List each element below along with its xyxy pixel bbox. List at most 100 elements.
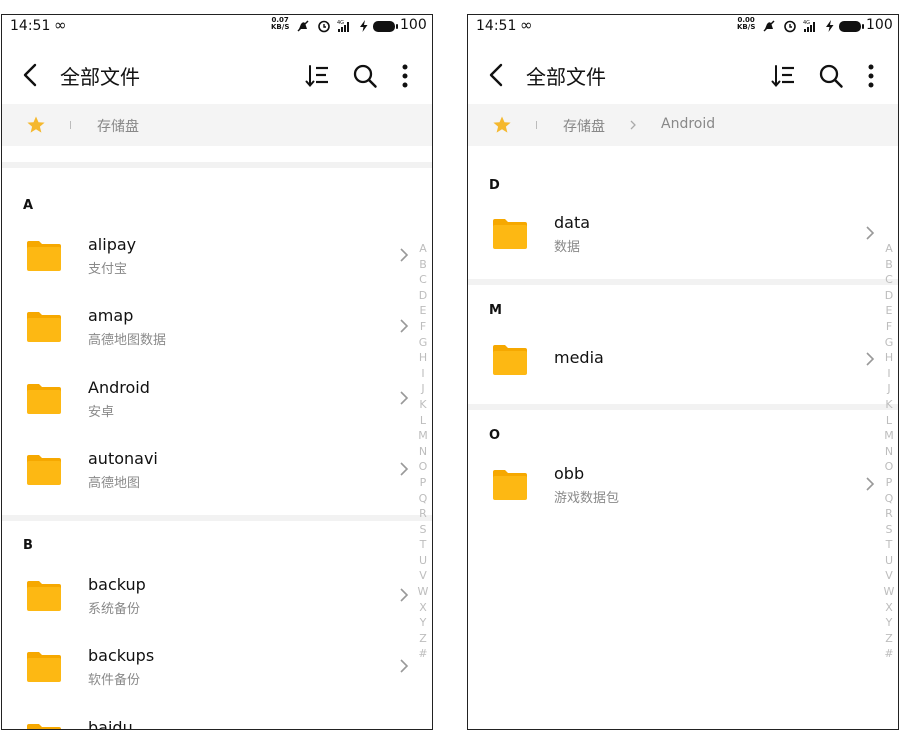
index-letter[interactable]: Q [882, 491, 896, 507]
folder-icon [27, 652, 61, 682]
index-letter[interactable]: S [882, 522, 896, 538]
index-letter[interactable]: O [882, 459, 896, 475]
sort-icon[interactable] [770, 63, 796, 89]
index-letter[interactable]: U [882, 553, 896, 569]
index-letter[interactable]: O [416, 459, 430, 475]
index-letter[interactable]: B [882, 257, 896, 273]
star-favorite-icon[interactable] [26, 115, 46, 135]
index-letter[interactable]: A [416, 241, 430, 257]
index-letter[interactable]: V [882, 568, 896, 584]
index-letter[interactable]: M [416, 428, 430, 444]
back-arrow-icon[interactable] [484, 60, 510, 90]
list-item[interactable]: amap 高德地图数据 [2, 293, 420, 359]
alphabet-index-scrollbar[interactable]: A B C D E F G H I J K L M N O P Q R S T U V W X Y Z # [882, 241, 896, 662]
index-letter[interactable]: Y [416, 615, 430, 631]
index-letter[interactable]: E [882, 303, 896, 319]
index-letter[interactable]: G [416, 335, 430, 351]
list-item[interactable]: backup 系统备份 [2, 562, 420, 628]
list-item[interactable]: backups 软件备份 [2, 633, 420, 699]
index-letter[interactable]: I [882, 366, 896, 382]
index-letter[interactable]: K [882, 397, 896, 413]
index-letter[interactable]: Y [882, 615, 896, 631]
sort-icon[interactable] [304, 63, 330, 89]
chevron-right-icon [400, 588, 409, 602]
breadcrumb-item-storage[interactable]: 存储盘 [97, 116, 139, 136]
index-letter[interactable]: P [882, 475, 896, 491]
index-letter[interactable]: # [882, 646, 896, 662]
index-letter[interactable]: C [882, 272, 896, 288]
index-letter[interactable]: F [416, 319, 430, 335]
folder-name: backups [88, 646, 155, 665]
folder-description: 系统备份 [88, 602, 141, 617]
index-letter[interactable]: I [416, 366, 430, 382]
chevron-right-icon [630, 120, 636, 130]
index-letter[interactable]: T [416, 537, 430, 553]
index-letter[interactable]: S [416, 522, 430, 538]
index-letter[interactable]: R [416, 506, 430, 522]
index-letter[interactable]: M [882, 428, 896, 444]
more-options-icon[interactable] [400, 63, 410, 89]
index-letter[interactable]: N [416, 444, 430, 460]
status-bar: 14:51 ∞ 0.00 KB/S 4G 100 [468, 15, 898, 39]
list-item[interactable]: Android 安卓 [2, 365, 420, 431]
index-letter[interactable]: R [882, 506, 896, 522]
index-letter[interactable]: V [416, 568, 430, 584]
folder-description: 高德地图 [88, 476, 141, 491]
index-letter[interactable]: B [416, 257, 430, 273]
index-letter[interactable]: E [416, 303, 430, 319]
index-letter[interactable]: Z [416, 631, 430, 647]
index-letter[interactable]: D [416, 288, 430, 304]
index-letter[interactable]: N [882, 444, 896, 460]
index-letter[interactable]: Z [882, 631, 896, 647]
folder-name: data [554, 213, 591, 232]
folder-name: autonavi [88, 449, 158, 468]
folder-icon [27, 312, 61, 342]
index-letter[interactable]: D [882, 288, 896, 304]
index-letter[interactable]: F [882, 319, 896, 335]
search-icon[interactable] [818, 63, 844, 89]
index-letter[interactable]: G [882, 335, 896, 351]
star-favorite-icon[interactable] [492, 115, 512, 135]
breadcrumb-item-storage[interactable]: 存储盘 [563, 116, 605, 136]
section-divider [468, 279, 898, 285]
index-letter[interactable]: X [882, 600, 896, 616]
status-bar: 14:51 ∞ 0.07 KB/S 4G 100 [2, 15, 432, 39]
index-letter[interactable]: W [882, 584, 896, 600]
list-item[interactable]: obb 游戏数据包 [468, 451, 886, 517]
index-letter[interactable]: H [416, 350, 430, 366]
list-item[interactable]: baidu [2, 705, 420, 729]
index-letter[interactable]: K [416, 397, 430, 413]
index-letter[interactable]: J [416, 381, 430, 397]
index-letter[interactable]: # [416, 646, 430, 662]
folder-name: amap [88, 306, 134, 325]
index-letter[interactable]: L [882, 413, 896, 429]
index-letter[interactable]: L [416, 413, 430, 429]
index-letter[interactable]: H [882, 350, 896, 366]
index-letter[interactable]: U [416, 553, 430, 569]
index-letter[interactable]: X [416, 600, 430, 616]
breadcrumb-item-android[interactable]: Android [661, 116, 715, 132]
search-icon[interactable] [352, 63, 378, 89]
svg-text:4G: 4G [803, 20, 810, 26]
battery-level: 100 [400, 17, 427, 33]
index-letter[interactable]: J [882, 381, 896, 397]
charging-icon [826, 20, 834, 32]
list-item[interactable]: media [468, 326, 886, 392]
index-letter[interactable]: T [882, 537, 896, 553]
index-letter[interactable]: C [416, 272, 430, 288]
list-item[interactable]: autonavi 高德地图 [2, 436, 420, 502]
back-arrow-icon[interactable] [18, 60, 44, 90]
list-item[interactable]: data 数据 [468, 200, 886, 266]
chevron-right-icon [866, 352, 875, 366]
battery-level: 100 [866, 17, 893, 33]
more-options-icon[interactable] [866, 63, 876, 89]
file-list: A alipay 支付宝 amap 高德地图数据 Android 安卓 auto… [2, 146, 432, 729]
index-letter[interactable]: Q [416, 491, 430, 507]
index-letter[interactable]: A [882, 241, 896, 257]
phone-screen-left: 14:51 ∞ 0.07 KB/S 4G 100 全部文件 存储盘 A alip… [1, 14, 433, 730]
index-letter[interactable]: P [416, 475, 430, 491]
index-letter[interactable]: W [416, 584, 430, 600]
list-item[interactable]: alipay 支付宝 [2, 222, 420, 288]
alphabet-index-scrollbar[interactable]: A B C D E F G H I J K L M N O P Q R S T U V W X Y Z # [416, 241, 430, 662]
battery-icon [373, 21, 398, 32]
